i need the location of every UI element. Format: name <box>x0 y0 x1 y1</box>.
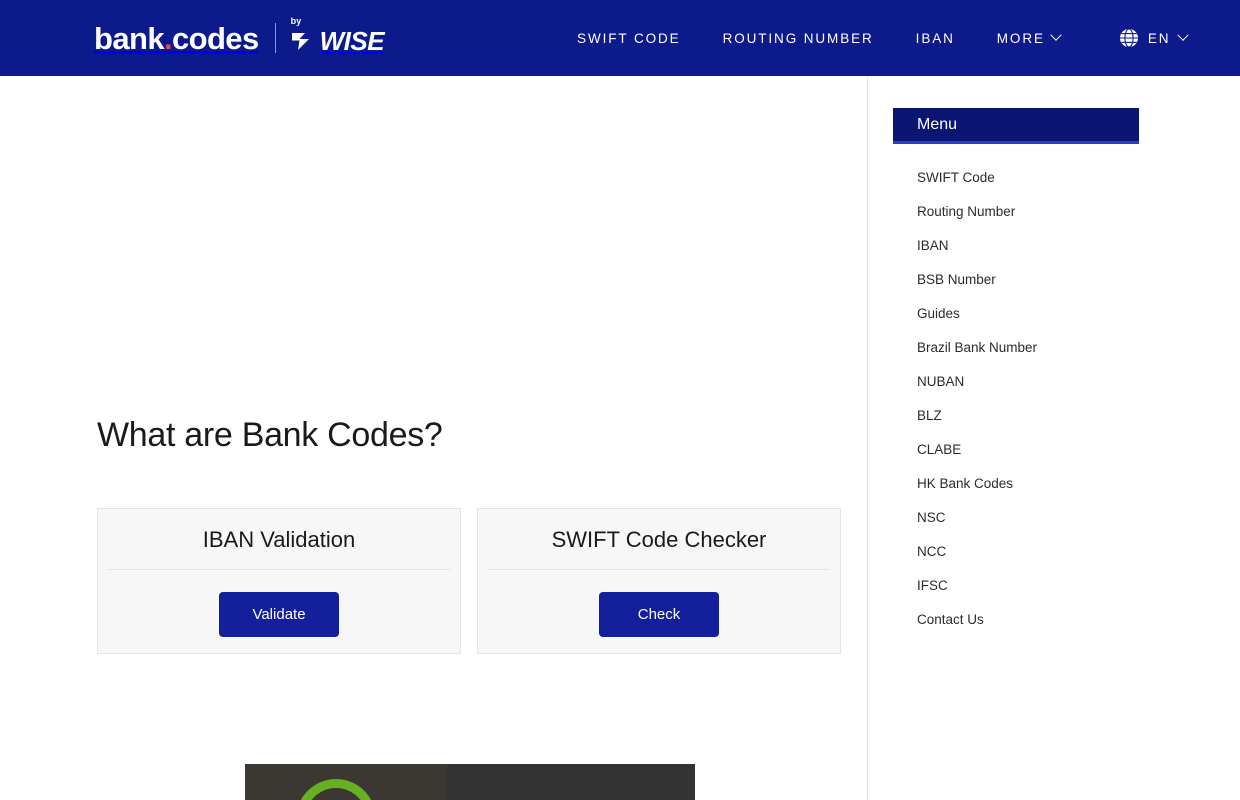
tool-card-title: IBAN Validation <box>202 527 356 552</box>
sidebar-item-contact-us[interactable]: Contact Us <box>893 602 1139 636</box>
nav-item-label: ROUTING NUMBER <box>722 30 874 46</box>
logo-text-codes: codes <box>171 20 259 56</box>
tool-card-title: SWIFT Code Checker <box>551 527 767 552</box>
sidebar-item-swift-code[interactable]: SWIFT Code <box>893 160 1139 194</box>
sidebar-item-label[interactable]: Contact Us <box>917 612 984 627</box>
sidebar-item-ifsc[interactable]: IFSC <box>893 568 1139 602</box>
sidebar-item-label[interactable]: Routing Number <box>917 204 1015 219</box>
sidebar: Menu SWIFT Code Routing Number IBAN BSB … <box>868 76 1239 800</box>
sidebar-item-label[interactable]: BSB Number <box>917 272 996 287</box>
sidebar-item-nuban[interactable]: NUBAN <box>893 364 1139 398</box>
sidebar-menu-list: SWIFT Code Routing Number IBAN BSB Numbe… <box>893 160 1139 636</box>
sidebar-item-nsc[interactable]: NSC <box>893 500 1139 534</box>
sidebar-item-label[interactable]: HK Bank Codes <box>917 476 1013 491</box>
page-body: What are Bank Codes? IBAN Validation Val… <box>0 76 1240 800</box>
sidebar-item-label[interactable]: NSC <box>917 510 946 525</box>
nav-item-iban[interactable]: IBAN <box>895 31 976 46</box>
sidebar-item-iban[interactable]: IBAN <box>893 228 1139 262</box>
sidebar-item-label[interactable]: IFSC <box>917 578 948 593</box>
nav-item-routing-number[interactable]: ROUTING NUMBER <box>702 31 895 46</box>
site-logo[interactable]: bank.codes by WISE <box>94 16 385 58</box>
sidebar-item-ncc[interactable]: NCC <box>893 534 1139 568</box>
tool-card-iban-validation: IBAN Validation Validate <box>97 508 461 654</box>
sidebar-menu-panel: Menu SWIFT Code Routing Number IBAN BSB … <box>893 108 1139 636</box>
logo-text-bank: bank <box>94 20 165 56</box>
tool-card-swift-code-checker: SWIFT Code Checker Check <box>477 508 841 654</box>
sidebar-item-guides[interactable]: Guides <box>893 296 1139 330</box>
nav-item-label: MORE <box>996 30 1045 46</box>
nav-item-more[interactable]: MORE <box>976 29 1081 46</box>
sidebar-item-clabe[interactable]: CLABE <box>893 432 1139 466</box>
chevron-down-icon <box>1177 29 1190 41</box>
logo-text: bank.codes <box>94 23 259 54</box>
sidebar-item-label[interactable]: NUBAN <box>917 374 964 389</box>
sidebar-item-label[interactable]: SWIFT Code <box>917 170 995 185</box>
nav-item-label: SWIFT CODE <box>577 30 681 46</box>
sidebar-item-hk-bank-codes[interactable]: HK Bank Codes <box>893 466 1139 500</box>
tool-cards-row: IBAN Validation Validate SWIFT Code Chec… <box>97 508 867 654</box>
sidebar-item-routing-number[interactable]: Routing Number <box>893 194 1139 228</box>
sidebar-item-blz[interactable]: BLZ <box>893 398 1139 432</box>
language-switcher[interactable]: EN <box>1119 28 1190 48</box>
wise-by-label: by <box>290 15 302 26</box>
logo-divider <box>274 23 276 53</box>
sidebar-item-bsb-number[interactable]: BSB Number <box>893 262 1139 296</box>
wise-lockup: by WISE <box>290 16 385 56</box>
wise-arrow-icon <box>291 32 309 50</box>
tool-card-divider <box>488 569 830 570</box>
sidebar-item-label[interactable]: NCC <box>917 544 946 559</box>
nav-item-label: IBAN <box>915 30 955 46</box>
wise-wordmark: WISE <box>319 25 385 56</box>
media-embed-loading[interactable] <box>245 764 695 800</box>
chevron-down-icon <box>1050 29 1062 41</box>
logo-dot: . <box>163 20 173 56</box>
check-button[interactable]: Check <box>599 592 719 637</box>
sidebar-item-label[interactable]: Guides <box>917 306 960 321</box>
language-label: EN <box>1147 30 1171 46</box>
sidebar-menu-header: Menu <box>893 108 1139 144</box>
primary-navigation: SWIFT CODE ROUTING NUMBER IBAN MORE <box>556 29 1081 46</box>
main-content: What are Bank Codes? IBAN Validation Val… <box>0 76 868 800</box>
globe-icon <box>1119 28 1138 48</box>
sidebar-item-brazil-bank-number[interactable]: Brazil Bank Number <box>893 330 1139 364</box>
sidebar-menu-title: Menu <box>917 115 958 133</box>
sidebar-item-label[interactable]: CLABE <box>917 442 961 457</box>
validate-button[interactable]: Validate <box>219 592 339 637</box>
sidebar-item-label[interactable]: BLZ <box>917 408 942 423</box>
nav-item-swift-code[interactable]: SWIFT CODE <box>556 31 702 46</box>
content-placeholder-slot <box>0 76 867 386</box>
page-title: What are Bank Codes? <box>97 416 443 454</box>
sidebar-item-label[interactable]: IBAN <box>917 238 949 253</box>
site-header: bank.codes by WISE SWIFT CODE ROUTING NU… <box>0 0 1240 76</box>
sidebar-item-label[interactable]: Brazil Bank Number <box>917 340 1037 355</box>
tool-card-divider <box>108 569 450 570</box>
